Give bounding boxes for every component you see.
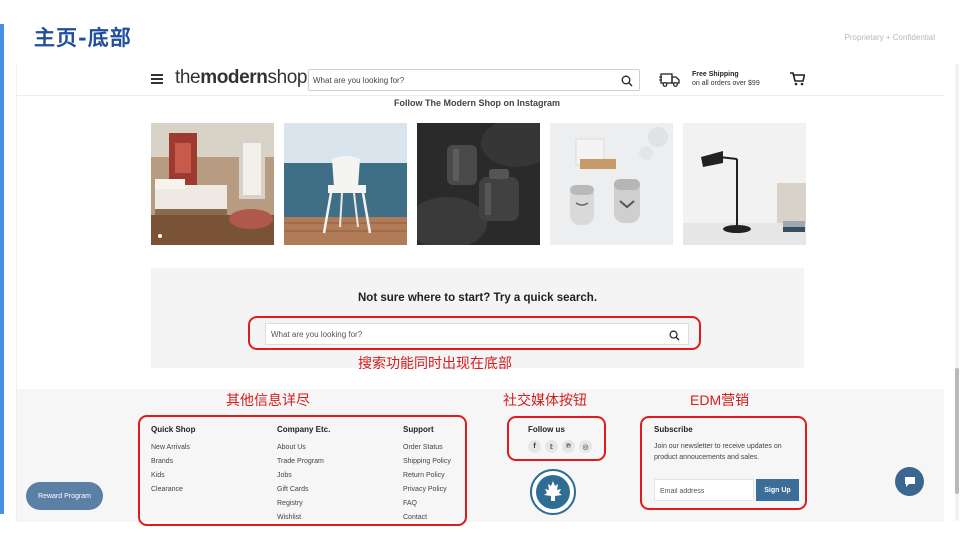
instagram-title: Follow The Modern Shop on Instagram <box>394 98 560 108</box>
truck-icon <box>659 72 681 93</box>
header-search-input[interactable] <box>313 73 603 87</box>
chat-bubble-icon[interactable] <box>895 467 924 496</box>
search-icon[interactable] <box>621 74 633 92</box>
hamburger-icon[interactable] <box>151 74 163 84</box>
black-desk-lamp-photo[interactable] <box>683 123 806 245</box>
confidential-label: Proprietary + Confidential <box>844 33 936 42</box>
canada-badge-icon <box>529 468 577 521</box>
white-chair-by-the-sea-photo[interactable] <box>284 123 407 245</box>
header-search[interactable] <box>308 69 640 91</box>
annotation-social: 社交媒体按钮 <box>503 392 587 408</box>
reward-program-button[interactable]: Reward Program <box>26 482 103 510</box>
salt-pepper-shakers-photo[interactable] <box>550 123 673 245</box>
cart-icon[interactable] <box>790 72 806 91</box>
free-shipping-notice: Free Shipping on all orders over $99 <box>692 70 760 88</box>
annotation-box-social <box>507 416 606 461</box>
bedroom-with-red-wall-photo[interactable] <box>151 123 274 245</box>
site-logo[interactable]: themodernshop <box>175 67 308 89</box>
quick-search-title: Not sure where to start? Try a quick sea… <box>357 292 598 304</box>
annotation-box-subscribe <box>640 416 807 510</box>
shipping-title: Free Shipping <box>692 71 739 78</box>
annotation-box-links <box>138 415 467 526</box>
annotation-other-info: 其他信息详尽 <box>226 392 310 408</box>
black-canisters-on-fur-photo[interactable] <box>417 123 540 245</box>
annotation-edm: EDM营销 <box>690 392 750 408</box>
scrollbar-thumb[interactable] <box>955 368 959 494</box>
annotation-box-search <box>248 316 701 350</box>
shipping-subtitle: on all orders over $99 <box>692 80 760 87</box>
instagram-gallery <box>151 123 806 245</box>
annotation-search: 搜索功能同时出现在底部 <box>358 355 512 371</box>
slide-accent-bar <box>0 24 4 514</box>
site-header: themodernshop Free Shipping on all order… <box>17 64 944 96</box>
slide-title: 主页-底部 <box>34 25 132 50</box>
